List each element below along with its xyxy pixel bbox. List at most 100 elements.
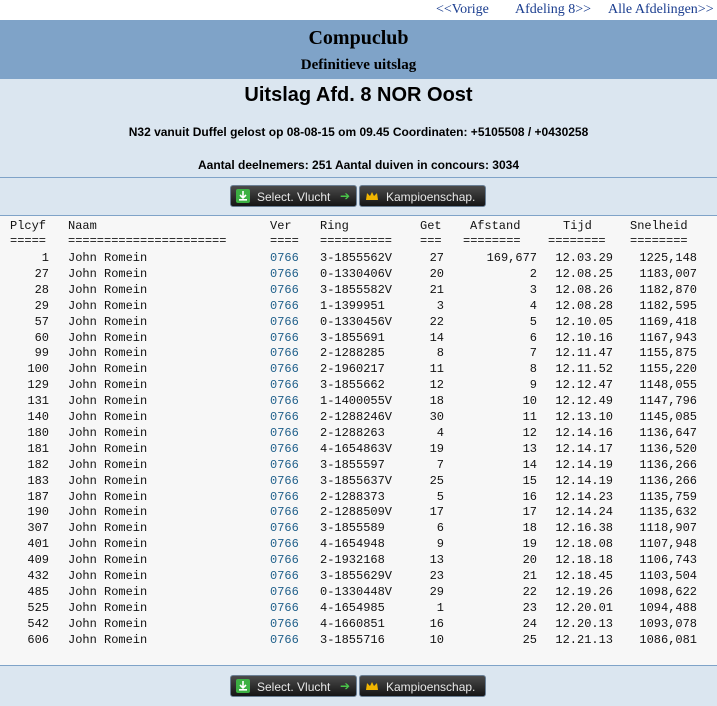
cell-naam: John Romein [68,616,148,631]
cell-get: 9 [436,537,444,552]
cell-naam: John Romein [68,425,148,440]
cell-ver[interactable]: 0766 [270,377,299,393]
cell-snelheid: 1145,085 [639,410,697,424]
cell-plaats: 606 [27,632,49,647]
cell-plaats: 542 [27,616,49,631]
cell-snelheid: 1103,504 [639,569,697,583]
cell-naam: John Romein [68,441,148,456]
cell-ver[interactable]: 0766 [270,520,299,536]
cell-naam: John Romein [68,521,148,536]
cell-tijd: 12.18.08 [555,537,613,552]
cell-tijd: 12.21.13 [555,632,613,647]
cell-get: 14 [429,330,444,345]
select-vlucht-button[interactable]: Select. Vlucht ➔ [230,675,357,697]
cell-naam: John Romein [68,282,148,297]
underline: === [420,234,442,248]
cell-tijd: 12.19.26 [555,584,613,599]
cell-ver[interactable]: 0766 [270,345,299,361]
cell-naam: John Romein [68,584,148,599]
cell-plaats: 131 [27,394,49,409]
cell-snelheid: 1136,266 [639,473,697,488]
cell-tijd: 12.14.24 [555,505,613,520]
cell-ver[interactable]: 0766 [270,568,299,584]
cell-get: 7 [436,457,444,472]
cell-afstand: 19 [522,537,537,552]
cell-get: 25 [429,473,444,488]
cell-tijd: 12.11.52 [555,362,613,377]
cell-snelheid: 1098,622 [639,584,697,599]
kampioenschap-button[interactable]: Kampioenschap. [359,185,486,207]
cell-ring: 3-1855662 [320,378,385,393]
table-row: 1 John Romein 0766 3-1855562V 27 169,677 12.03… [0,250,717,266]
cell-ver[interactable]: 0766 [270,282,299,298]
underline: ========== [320,234,393,248]
cell-tijd: 12.08.26 [555,282,613,297]
cell-ver[interactable]: 0766 [270,457,299,473]
cell-naam: John Romein [68,505,148,520]
cell-ver[interactable]: 0766 [270,584,299,600]
cell-afstand: 20 [522,553,537,568]
cell-snelheid: 1136,520 [639,441,697,456]
table-row: 180 John Romein 0766 2-1288263 4 12 12.14.16 11… [0,425,717,441]
cell-ver[interactable]: 0766 [270,552,299,568]
col-header-get: Get [420,219,442,233]
cell-ver[interactable]: 0766 [270,600,299,616]
cell-ring: 2-1932168 [320,553,385,568]
cell-ver[interactable]: 0766 [270,250,299,266]
cell-afstand: 4 [529,298,537,313]
cell-ring: 4-1660851 [320,616,385,631]
cell-get: 30 [429,410,444,424]
select-vlucht-button[interactable]: Select. Vlucht ➔ [230,185,357,207]
crown-icon [366,192,378,200]
cell-ver[interactable]: 0766 [270,409,299,425]
cell-plaats: 409 [27,553,49,568]
table-row: 29 John Romein 0766 1-1399951 3 4 12.08.28 1182… [0,298,717,314]
cell-afstand: 16 [522,489,537,504]
table-row: 401 John Romein 0766 4-1654948 9 19 12.18.08 11… [0,536,717,552]
cell-ver[interactable]: 0766 [270,298,299,314]
cell-ver[interactable]: 0766 [270,441,299,457]
cell-tijd: 12.08.28 [555,298,613,313]
alle-afdelingen-link[interactable]: Alle Afdelingen>> [608,2,714,18]
col-header-naam: Naam [68,219,97,233]
cell-snelheid: 1182,870 [639,282,697,297]
participants-info: Aantal deelnemers: 251 Aantal duiven in … [198,158,519,172]
cell-snelheid: 1135,759 [639,489,697,504]
cell-afstand: 12 [522,425,537,440]
cell-ver[interactable]: 0766 [270,489,299,505]
cell-afstand: 15 [522,473,537,488]
cell-snelheid: 1118,907 [639,521,697,536]
cell-get: 5 [436,489,444,504]
cell-plaats: 307 [27,521,49,536]
cell-ring: 3-1855637V [320,473,393,488]
cell-afstand: 24 [522,616,537,631]
cell-ver[interactable]: 0766 [270,425,299,441]
cell-ring: 4-1654948 [320,537,385,552]
cell-ver[interactable]: 0766 [270,330,299,346]
cell-ver[interactable]: 0766 [270,632,299,648]
cell-snelheid: 1167,943 [639,330,697,345]
cell-ver[interactable]: 0766 [270,393,299,409]
cell-ver[interactable]: 0766 [270,361,299,377]
table-row: 183 John Romein 0766 3-1855637V 25 15 12.14.19… [0,473,717,489]
prev-link[interactable]: <<Vorige [436,2,489,18]
cell-ver[interactable]: 0766 [270,266,299,282]
underline: ======== [548,234,606,248]
cell-get: 16 [429,616,444,631]
cell-naam: John Romein [68,314,148,329]
cell-tijd: 12.14.16 [555,425,613,440]
cell-tijd: 12.13.10 [555,410,613,424]
cell-ver[interactable]: 0766 [270,504,299,520]
cell-tijd: 12.10.16 [555,330,613,345]
page-subtitle: Definitieve uitslag [300,57,417,73]
cell-ver[interactable]: 0766 [270,473,299,489]
cell-ring: 0-1330456V [320,314,393,329]
table-header: Plcyf Naam Ver Ring Get Afstand Tijd Sne… [0,218,717,234]
cell-tijd: 12.20.01 [555,600,613,615]
cell-ver[interactable]: 0766 [270,314,299,330]
cell-ver[interactable]: 0766 [270,536,299,552]
cell-ver[interactable]: 0766 [270,616,299,632]
afdeling-link[interactable]: Afdeling 8>> [515,2,591,18]
kampioenschap-button[interactable]: Kampioenschap. [359,675,486,697]
cell-ring: 3-1855562V [320,251,393,265]
